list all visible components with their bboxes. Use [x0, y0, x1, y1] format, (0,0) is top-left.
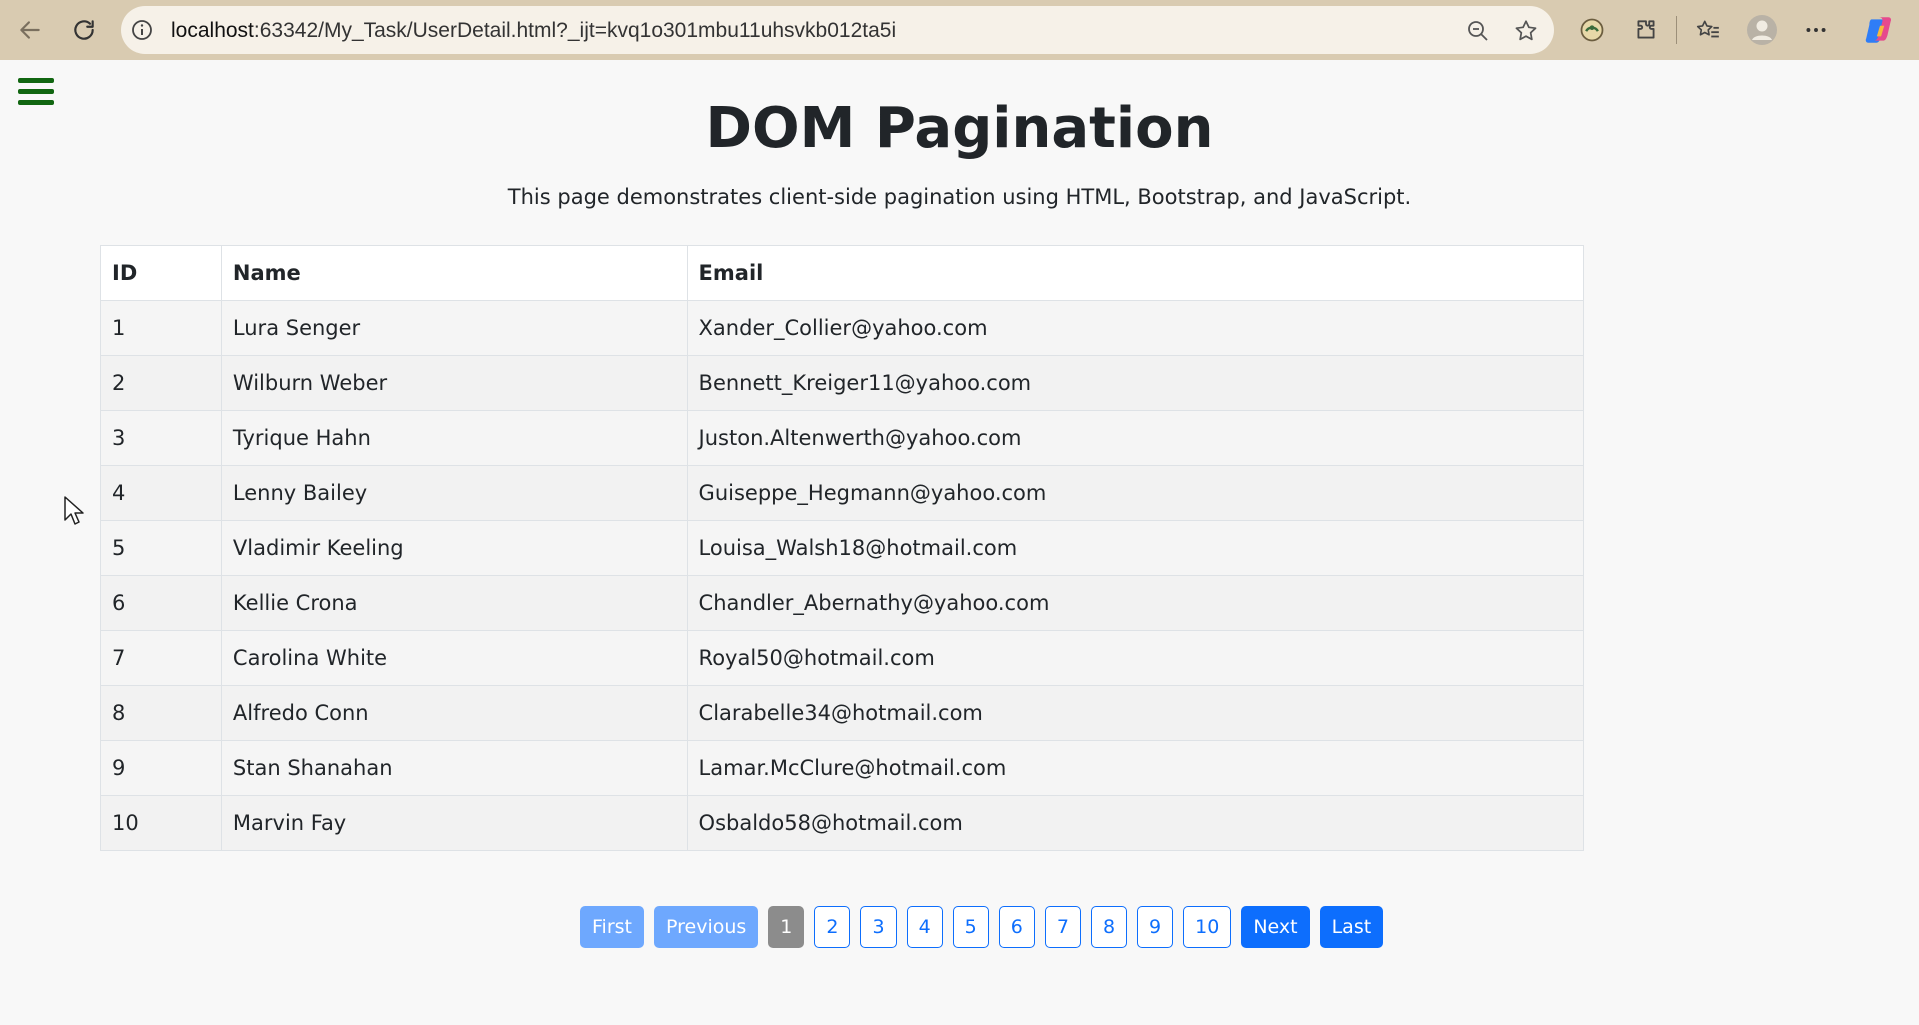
cell-email: Chandler_Abernathy@yahoo.com	[686, 575, 1585, 631]
cell-name: Kellie Crona	[220, 575, 688, 631]
cell-id: 1	[100, 300, 222, 356]
browser-essentials-icon[interactable]	[1574, 12, 1610, 48]
toolbar-separator	[1676, 16, 1677, 44]
page-title: DOM Pagination	[705, 96, 1214, 161]
copilot-icon[interactable]	[1862, 12, 1898, 48]
cell-id: 7	[100, 630, 222, 686]
column-header-email: Email	[686, 245, 1585, 301]
reload-icon	[74, 20, 94, 40]
back-arrow-icon	[20, 21, 40, 39]
more-options-icon[interactable]	[1798, 12, 1834, 48]
cell-name: Carolina White	[220, 630, 688, 686]
cell-name: Alfredo Conn	[220, 685, 688, 741]
table-row: 10 Marvin Fay Osbaldo58@hotmail.com	[100, 795, 1585, 851]
reload-button[interactable]	[64, 10, 104, 50]
table-row: 2 Wilburn Weber Bennett_Kreiger11@yahoo.co…	[100, 355, 1585, 411]
cell-name: Stan Shanahan	[220, 740, 688, 796]
url-host: localhost	[171, 19, 254, 42]
cell-email: Juston.Altenwerth@yahoo.com	[686, 410, 1585, 466]
page-button-2[interactable]: 2	[814, 906, 851, 948]
table-row: 7 Carolina White Royal50@hotmail.com	[100, 630, 1585, 686]
url-text[interactable]: localhost:63342/My_Task/UserDetail.html?…	[171, 19, 896, 43]
site-info-icon[interactable]	[130, 18, 154, 42]
page-button-9[interactable]: 9	[1137, 906, 1174, 948]
page-subtitle: This page demonstrates client-side pagin…	[507, 185, 1412, 209]
table-header-row: ID Name Email	[100, 245, 1585, 301]
cell-email: Osbaldo58@hotmail.com	[686, 795, 1585, 851]
cell-email: Royal50@hotmail.com	[686, 630, 1585, 686]
table-row: 3 Tyrique Hahn Juston.Altenwerth@yahoo.com	[100, 410, 1585, 466]
page-button-8[interactable]: 8	[1090, 906, 1128, 948]
cell-email: Guiseppe_Hegmann@yahoo.com	[686, 465, 1585, 521]
column-header-name: Name	[220, 245, 688, 301]
table-row: 9 Stan Shanahan Lamar.McClure@hotmail.com	[100, 740, 1585, 796]
table-row: 4 Lenny Bailey Guiseppe_Hegmann@yahoo.com	[100, 465, 1585, 521]
cell-id: 8	[100, 685, 222, 741]
page-button-7[interactable]: 7	[1044, 906, 1081, 948]
table-row: 6 Kellie Crona Chandler_Abernathy@yahoo.co…	[100, 575, 1585, 631]
cell-email: Louisa_Walsh18@hotmail.com	[686, 520, 1585, 576]
column-header-id: ID	[100, 245, 222, 301]
cell-email: Bennett_Kreiger11@yahoo.com	[686, 355, 1585, 411]
cell-email: Clarabelle34@hotmail.com	[686, 685, 1585, 741]
cell-email: Lamar.McClure@hotmail.com	[686, 740, 1585, 796]
cell-email: Xander_Collier@yahoo.com	[686, 300, 1585, 356]
cell-id: 2	[100, 355, 222, 411]
zoom-out-icon[interactable]	[1465, 18, 1491, 44]
cell-id: 3	[100, 410, 222, 466]
browser-toolbar: localhost:63342/My_Task/UserDetail.html?…	[0, 0, 1919, 60]
page-button-1-current[interactable]: 1	[768, 906, 805, 948]
previous-page-button[interactable]: Previous	[654, 906, 759, 948]
last-page-button[interactable]: Last	[1319, 906, 1384, 948]
next-page-button[interactable]: Next	[1241, 906, 1310, 948]
address-bar[interactable]: localhost:63342/My_Task/UserDetail.html?…	[121, 6, 1554, 54]
cell-id: 9	[100, 740, 222, 796]
favorite-star-icon[interactable]	[1513, 18, 1539, 44]
first-page-button[interactable]: First	[580, 906, 644, 948]
profile-avatar-icon[interactable]	[1744, 12, 1780, 48]
cell-id: 6	[100, 575, 222, 631]
pagination: First Previous 1 2 3 4 5 6 7 8 9 10 Next…	[580, 906, 1384, 948]
url-path: :63342/My_Task/UserDetail.html?_ijt=kvq1…	[253, 19, 897, 42]
users-table: ID Name Email 1 Lura Senger Xander_Collier…	[100, 245, 1585, 851]
cell-name: Lura Senger	[220, 300, 688, 356]
page-content: DOM Pagination This page demonstrates cl…	[0, 60, 1919, 1025]
cell-name: Marvin Fay	[220, 795, 688, 851]
table-row: 5 Vladimir Keeling Louisa_Walsh18@hotmail.…	[100, 520, 1585, 576]
table-row: 8 Alfredo Conn Clarabelle34@hotmail.com	[100, 685, 1585, 741]
cell-id: 4	[100, 465, 222, 521]
page-button-4[interactable]: 4	[906, 906, 943, 948]
page-button-6[interactable]: 6	[998, 906, 1035, 948]
favorites-icon[interactable]	[1690, 12, 1726, 48]
cell-name: Lenny Bailey	[220, 465, 688, 521]
cell-name: Tyrique Hahn	[220, 410, 688, 466]
page-button-5[interactable]: 5	[952, 906, 989, 948]
back-button[interactable]	[10, 10, 50, 50]
extensions-icon[interactable]	[1628, 12, 1664, 48]
page-button-10[interactable]: 10	[1183, 906, 1232, 948]
cell-name: Wilburn Weber	[220, 355, 688, 411]
cell-id: 5	[100, 520, 222, 576]
cell-id: 10	[100, 795, 222, 851]
mouse-cursor-icon	[64, 496, 84, 525]
table-row: 1 Lura Senger Xander_Collier@yahoo.com	[100, 300, 1585, 356]
cell-name: Vladimir Keeling	[220, 520, 688, 576]
page-button-3[interactable]: 3	[860, 906, 897, 948]
